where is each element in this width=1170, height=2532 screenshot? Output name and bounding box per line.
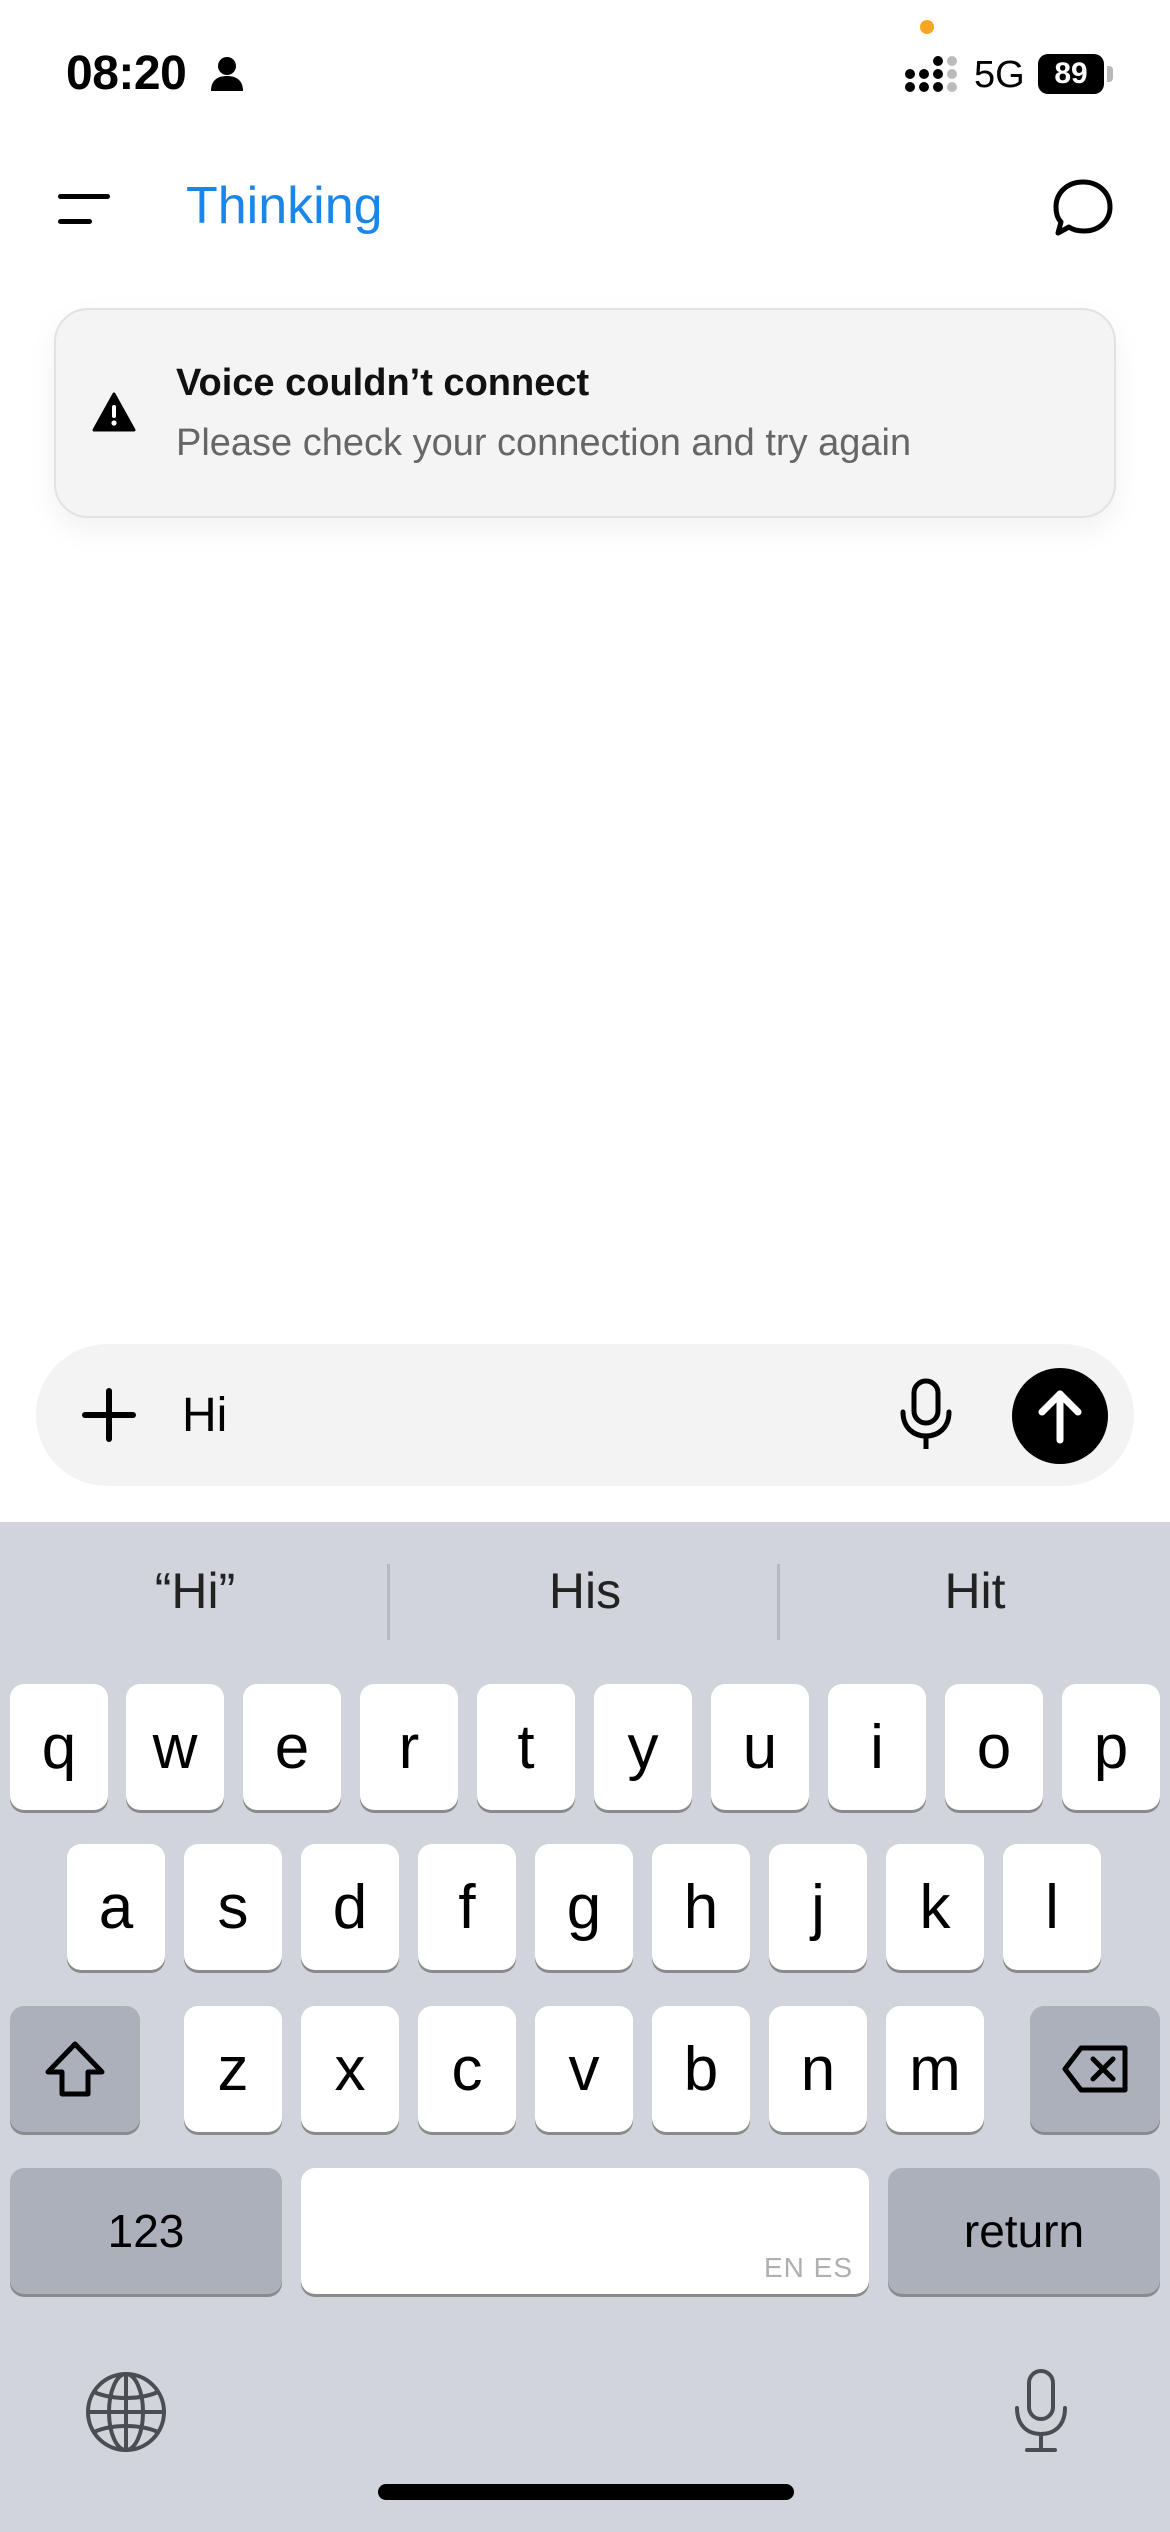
key-y[interactable]: y (594, 1684, 692, 1810)
delete-key[interactable] (1030, 2006, 1160, 2132)
menu-icon[interactable] (56, 190, 112, 228)
key-f[interactable]: f (418, 1844, 516, 1970)
globe-icon[interactable] (84, 2370, 168, 2454)
cellular-signal-icon (905, 56, 957, 92)
status-bar: 08:20 5G 89 (0, 0, 1170, 140)
send-button[interactable] (1012, 1368, 1108, 1464)
shift-icon (45, 2041, 105, 2097)
mic-icon[interactable] (894, 1378, 958, 1452)
key-p[interactable]: p (1062, 1684, 1160, 1810)
battery-level: 89 (1038, 54, 1104, 94)
status-time: 08:20 (66, 47, 187, 100)
suggestion-item[interactable]: His (390, 1562, 780, 1620)
numbers-key[interactable]: 123 (10, 2168, 282, 2294)
shift-key[interactable] (10, 2006, 140, 2132)
key-w[interactable]: w (126, 1684, 224, 1810)
toast-title: Voice couldn’t connect (176, 362, 590, 404)
key-g[interactable]: g (535, 1844, 633, 1970)
key-h[interactable]: h (652, 1844, 750, 1970)
model-title[interactable]: Thinking (186, 176, 383, 236)
warning-icon (92, 392, 136, 432)
suggestion-item[interactable]: “Hi” (0, 1562, 390, 1620)
voice-error-toast: Voice couldn’t connect Please check your… (54, 308, 1116, 518)
key-n[interactable]: n (769, 2006, 867, 2132)
space-key[interactable]: EN ES (301, 2168, 869, 2294)
key-e[interactable]: e (243, 1684, 341, 1810)
key-k[interactable]: k (886, 1844, 984, 1970)
key-s[interactable]: s (184, 1844, 282, 1970)
person-icon (211, 57, 243, 91)
key-r[interactable]: r (360, 1684, 458, 1810)
key-x[interactable]: x (301, 2006, 399, 2132)
key-t[interactable]: t (477, 1684, 575, 1810)
key-a[interactable]: a (67, 1844, 165, 1970)
app-header: Thinking (0, 140, 1170, 270)
message-input[interactable] (182, 1374, 882, 1456)
key-l[interactable]: l (1003, 1844, 1101, 1970)
return-key[interactable]: return (888, 2168, 1160, 2294)
toast-message: Please check your connection and try aga… (176, 422, 912, 464)
key-c[interactable]: c (418, 2006, 516, 2132)
key-d[interactable]: d (301, 1844, 399, 1970)
keyboard: “Hi” His Hit q w e r t y u i o p a s d f… (0, 1522, 1170, 2532)
key-i[interactable]: i (828, 1684, 926, 1810)
dictation-mic-icon[interactable] (1010, 2368, 1072, 2454)
suggestion-item[interactable]: Hit (780, 1562, 1170, 1620)
key-u[interactable]: u (711, 1684, 809, 1810)
message-composer (36, 1344, 1134, 1486)
arrow-up-icon (1038, 1390, 1082, 1444)
suggestion-bar: “Hi” His Hit (0, 1522, 1170, 1672)
privacy-indicator-dot (920, 20, 934, 34)
key-m[interactable]: m (886, 2006, 984, 2132)
key-o[interactable]: o (945, 1684, 1043, 1810)
key-b[interactable]: b (652, 2006, 750, 2132)
network-type: 5G (974, 54, 1025, 96)
space-language-hint: EN ES (763, 2252, 853, 2283)
battery-cap (1107, 66, 1113, 82)
home-indicator (378, 2484, 794, 2500)
new-chat-icon[interactable] (1050, 176, 1116, 240)
key-z[interactable]: z (184, 2006, 282, 2132)
plus-icon[interactable] (78, 1384, 140, 1446)
key-v[interactable]: v (535, 2006, 633, 2132)
backspace-icon (1062, 2045, 1128, 2093)
key-j[interactable]: j (769, 1844, 867, 1970)
key-q[interactable]: q (10, 1684, 108, 1810)
